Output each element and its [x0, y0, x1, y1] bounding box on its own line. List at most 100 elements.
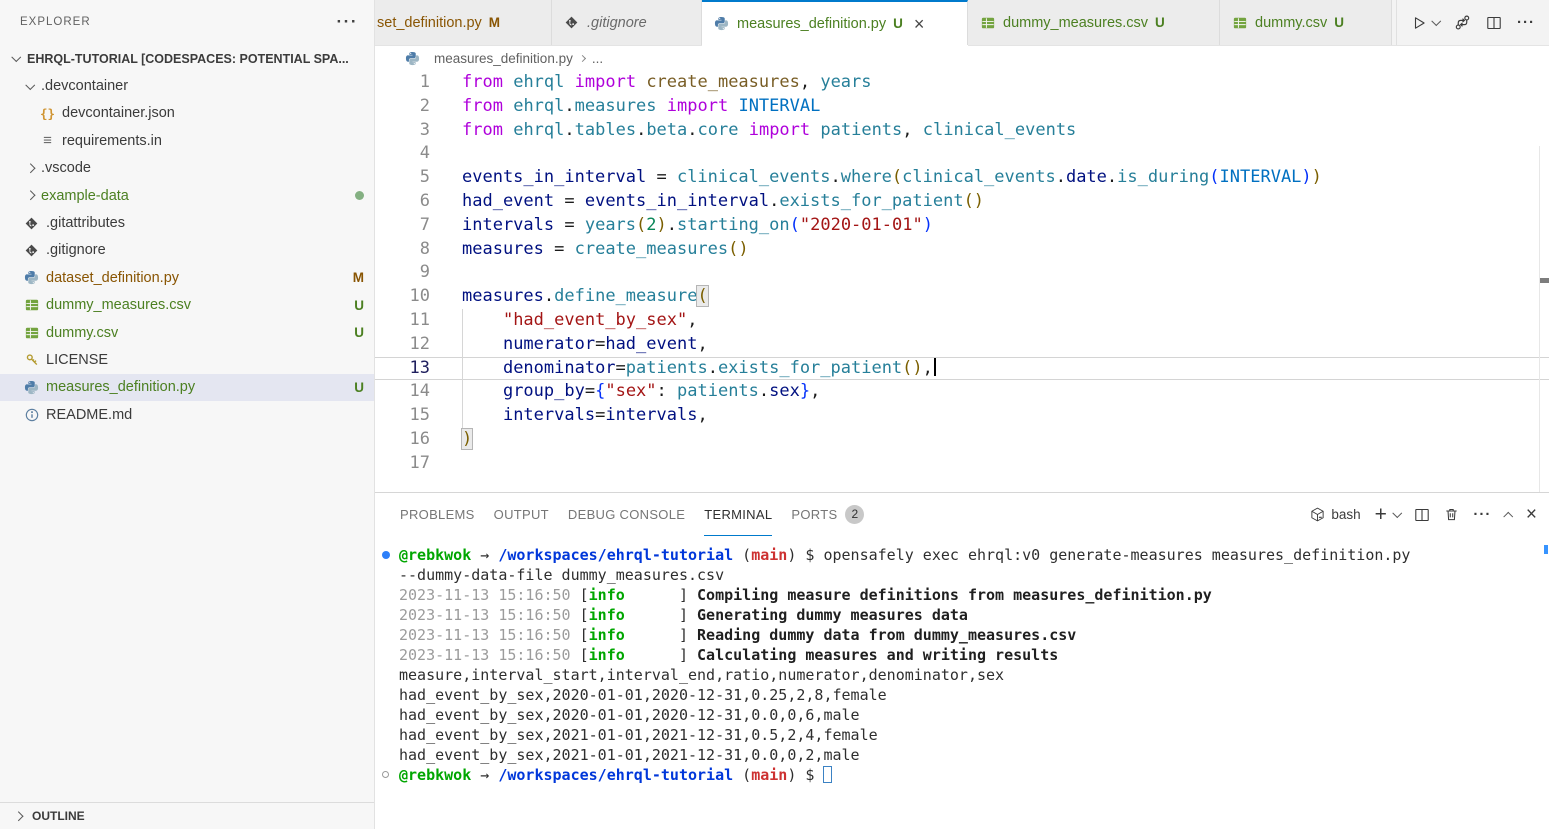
code-line-8: 8measures = create_measures() — [375, 238, 1549, 262]
git-icon — [22, 244, 41, 257]
explorer-header: EXPLORER ··· — [0, 0, 374, 44]
chevron-down-icon — [22, 83, 38, 90]
panel-tab-problems[interactable]: PROBLEMS — [400, 493, 475, 536]
indent-guide — [462, 404, 463, 428]
tree-item-ehrql-tutorial-codespaces-potential-spa...[interactable]: EHRQL-TUTORIAL [CODESPACES: POTENTIAL SP… — [0, 45, 374, 72]
panel-tab-label: TERMINAL — [704, 507, 772, 522]
code-lines: 1from ehrql import create_measures, year… — [375, 71, 1549, 476]
list-icon: ≡ — [38, 132, 57, 149]
chevron-right-icon — [22, 165, 38, 172]
panel-tab-output[interactable]: OUTPUT — [494, 493, 549, 536]
file-tree: EHRQL-TUTORIAL [CODESPACES: POTENTIAL SP… — [0, 45, 374, 428]
scrollbar-mark[interactable] — [1540, 278, 1549, 283]
line-number: 17 — [375, 452, 430, 476]
line-number: 11 — [375, 309, 430, 333]
line-number: 9 — [375, 261, 430, 285]
more-icon[interactable]: ··· — [1517, 14, 1535, 31]
editor-region: set_definition.pyM .gitignore measures_def… — [375, 0, 1549, 829]
tree-item-devcontainer.json[interactable]: {}devcontainer.json — [0, 100, 374, 127]
tab-dummy-measures.csv[interactable]: dummy_measures.csvU — [968, 0, 1220, 45]
new-terminal-icon[interactable]: + — [1375, 504, 1387, 525]
tree-item-dataset-definition.py[interactable]: dataset_definition.py M — [0, 264, 374, 291]
split-terminal-icon[interactable] — [1414, 507, 1430, 523]
chevron-down-icon — [8, 55, 24, 62]
chevron-down-icon[interactable] — [1394, 511, 1401, 518]
panel-tab-debug-console[interactable]: DEBUG CONSOLE — [568, 493, 685, 536]
tree-item-measures-definition.py[interactable]: measures_definition.pyU — [0, 374, 374, 401]
tree-item-label: requirements.in — [62, 133, 162, 149]
ports-count-badge: 2 — [845, 505, 864, 524]
tree-item-dummy.csv[interactable]: dummy.csvU — [0, 319, 374, 346]
code-line-17: 17 — [375, 452, 1549, 476]
python-icon — [22, 380, 41, 395]
tree-item-label: dataset_definition.py — [46, 270, 179, 286]
terminal-line-9: had_event_by_sex,2020-01-01,2020-12-31,0… — [399, 705, 1549, 725]
table-icon — [22, 326, 41, 340]
line-number: 7 — [375, 214, 430, 238]
code-line-10: 10measures.define_measure( — [375, 285, 1549, 309]
tree-item-license[interactable]: LICENSE — [0, 346, 374, 373]
terminal-line-4: 2023-11-13 15:16:50 [info ] Generating d… — [399, 605, 1549, 625]
line-number: 15 — [375, 404, 430, 428]
tree-item-label: .gitattributes — [46, 215, 125, 231]
split-editor-icon[interactable] — [1486, 15, 1502, 31]
code-line-3: 3from ehrql.tables.beta.core import pati… — [375, 119, 1549, 143]
tab-measures-definition.py[interactable]: measures_definition.pyU× — [702, 0, 968, 45]
outline-section-header[interactable]: OUTLINE — [0, 802, 374, 829]
tree-item-label: dummy_measures.csv — [46, 297, 191, 313]
terminal-shell-selector[interactable]: bash — [1310, 507, 1360, 522]
terminal-scroll-mark — [1544, 545, 1548, 554]
indent-guide — [462, 380, 463, 404]
tree-item-example-data[interactable]: example-data — [0, 182, 374, 209]
key-icon — [22, 353, 41, 367]
tree-item-label: EHRQL-TUTORIAL [CODESPACES: POTENTIAL SP… — [27, 52, 349, 66]
tree-item-.gitattributes[interactable]: .gitattributes — [0, 209, 374, 236]
indent-guide — [462, 333, 463, 357]
git-icon — [22, 217, 41, 230]
tree-item-.devcontainer[interactable]: .devcontainer — [0, 72, 374, 99]
tree-item-readme.md[interactable]: README.md — [0, 401, 374, 428]
trash-icon[interactable] — [1444, 507, 1459, 522]
tree-item-dummy-measures.csv[interactable]: dummy_measures.csv U — [0, 292, 374, 319]
terminal-output[interactable]: @rebkwok → /workspaces/ehrql-tutorial (m… — [375, 536, 1549, 785]
breadcrumb[interactable]: measures_definition.py ... — [375, 46, 1549, 71]
bottom-panel: PROBLEMS OUTPUT DEBUG CONSOLE TERMINAL PORTS… — [375, 492, 1549, 829]
line-number: 6 — [375, 190, 430, 214]
tree-item-.vscode[interactable]: .vscode — [0, 155, 374, 182]
breadcrumb-more[interactable]: ... — [592, 51, 603, 66]
close-icon[interactable]: × — [1526, 505, 1537, 524]
code-line-15: 15 intervals=intervals, — [375, 404, 1549, 428]
tree-item-requirements.in[interactable]: ≡ requirements.in — [0, 127, 374, 154]
line-number: 13 — [375, 357, 430, 381]
explorer-title: EXPLORER — [20, 16, 337, 28]
git-status-badge: U — [354, 325, 364, 340]
breadcrumb-file[interactable]: measures_definition.py — [434, 51, 573, 66]
run-icon[interactable] — [1411, 15, 1427, 31]
open-changes-icon[interactable] — [1454, 14, 1471, 31]
close-icon[interactable]: × — [914, 15, 925, 33]
line-number: 3 — [375, 119, 430, 143]
panel-tab-ports[interactable]: PORTS2 — [791, 493, 864, 536]
explorer-more-icon[interactable]: ··· — [337, 12, 358, 32]
chevron-right-icon — [579, 55, 586, 62]
git-status-badge: M — [353, 270, 364, 285]
command-decoration-hollow[interactable] — [382, 771, 389, 778]
git-status-badge: U — [354, 298, 364, 313]
tree-item-.gitignore[interactable]: .gitignore — [0, 237, 374, 264]
chevron-down-icon[interactable] — [1433, 19, 1440, 26]
table-icon — [22, 298, 41, 312]
tab-.gitignore[interactable]: .gitignore — [552, 0, 702, 45]
python-icon — [22, 270, 41, 285]
tab-dummy.csv[interactable]: dummy.csvU — [1220, 0, 1392, 45]
code-editor[interactable]: 1from ehrql import create_measures, year… — [375, 71, 1549, 492]
tab-label: .gitignore — [587, 15, 647, 31]
git-status-badge: U — [354, 380, 364, 395]
tab-set-definition.py[interactable]: set_definition.pyM — [375, 0, 552, 45]
line-number: 12 — [375, 333, 430, 357]
chevron-up-icon[interactable] — [1505, 511, 1512, 518]
terminal-line-3: 2023-11-13 15:16:50 [info ] Compiling me… — [399, 585, 1549, 605]
python-icon — [403, 51, 422, 66]
command-decoration-filled[interactable] — [382, 551, 390, 559]
more-icon[interactable]: ··· — [1473, 506, 1491, 523]
panel-tab-terminal[interactable]: TERMINAL — [704, 493, 772, 536]
